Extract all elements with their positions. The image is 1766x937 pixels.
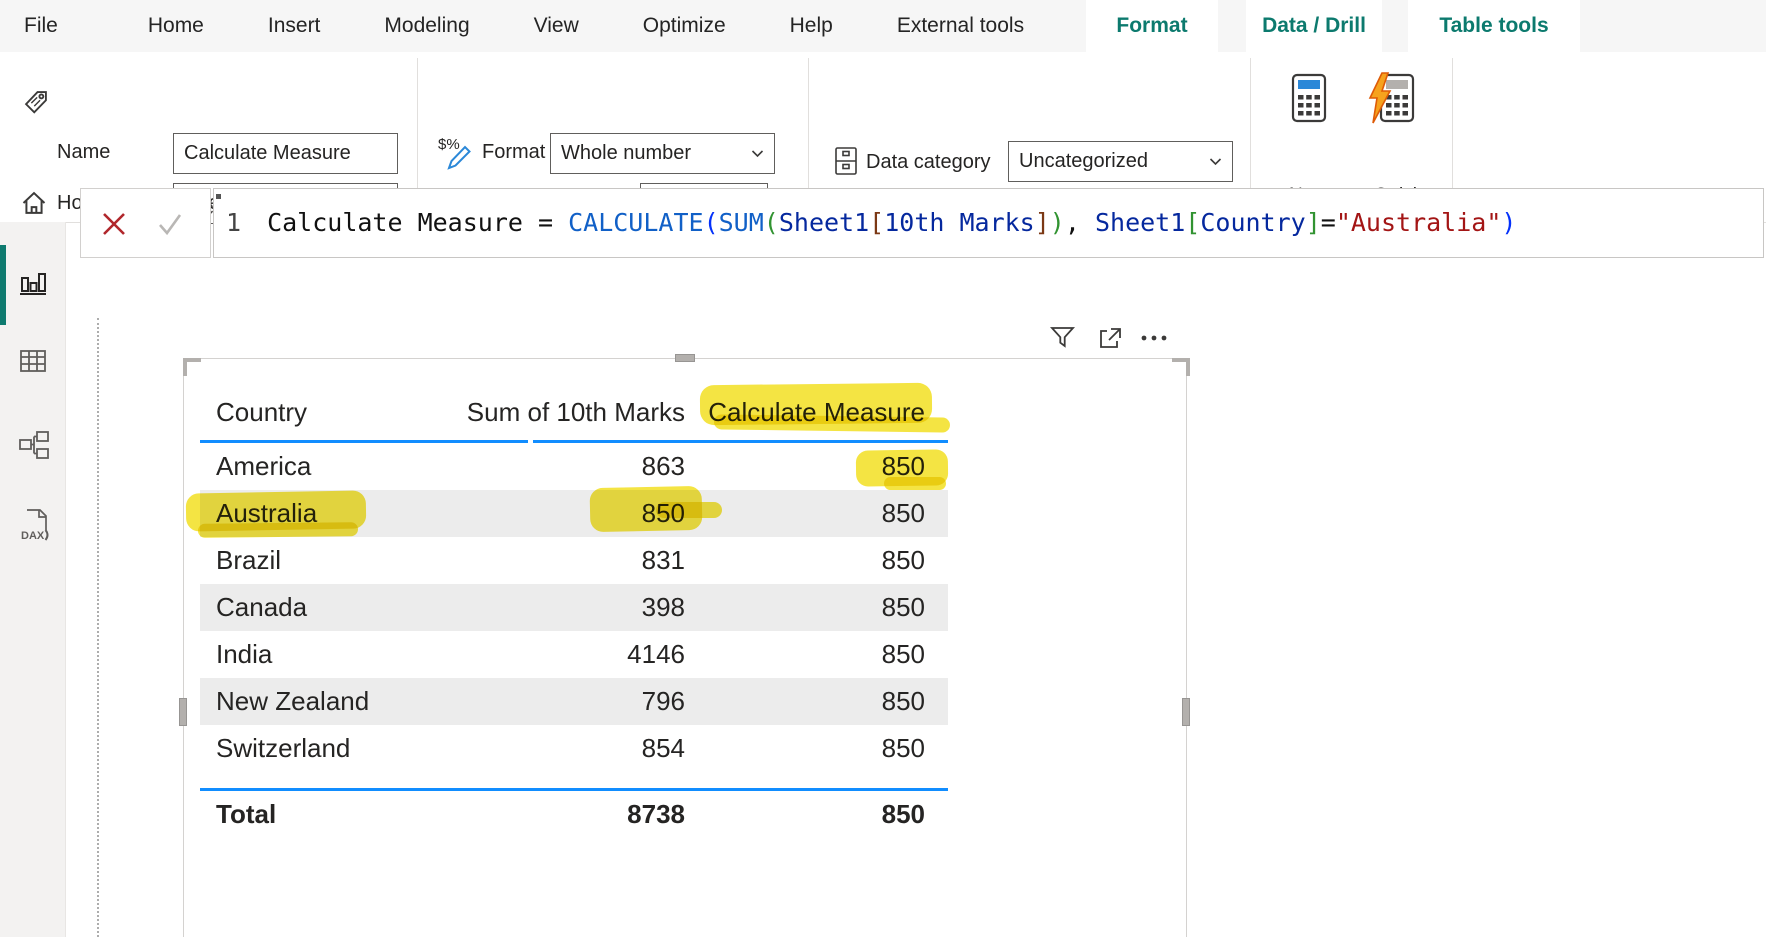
cell-calc: 850: [200, 631, 925, 678]
editor-grip: [216, 194, 221, 199]
report-view-icon[interactable]: [18, 269, 48, 299]
format-label: Format: [482, 141, 545, 164]
menu-modeling[interactable]: Modeling: [384, 14, 469, 38]
spacer: [200, 772, 948, 788]
cell-calc: 850: [200, 490, 925, 537]
more-options-icon[interactable]: [1140, 334, 1170, 342]
total-calc: 850: [200, 791, 925, 838]
svg-text:DAX: DAX: [21, 530, 45, 542]
formula-code: Calculate Measure = CALCULATE(SUM(Sheet1…: [267, 208, 1516, 237]
cell-calc: 850: [200, 443, 925, 490]
table-visual[interactable]: Country Sum of 10th Marks Calculate Meas…: [200, 377, 948, 838]
menu-optimize[interactable]: Optimize: [643, 14, 726, 38]
cell-calc: 850: [200, 725, 925, 772]
powerbi-desktop-window: File Home Insert Modeling View Optimize …: [0, 0, 1766, 937]
data-category-icon: [833, 146, 859, 176]
table-total-row: Total 8738 850: [200, 791, 948, 838]
table-row[interactable]: Australia 850 850: [200, 490, 948, 537]
tag-icon: [22, 88, 50, 116]
visual-frame-left: [183, 358, 184, 937]
measure-name-value: Calculate Measure: [184, 142, 351, 165]
chevron-down-icon: [1209, 157, 1222, 166]
view-switcher-sidebar: DAX: [0, 222, 66, 937]
tab-table-tools[interactable]: Table tools: [1408, 0, 1580, 52]
menu-external-tools[interactable]: External tools: [897, 14, 1024, 38]
page-boundary: [97, 318, 99, 937]
table-row[interactable]: Brazil 831 850: [200, 537, 948, 584]
active-view-indicator: [0, 245, 6, 325]
formula-action-buttons: [80, 188, 211, 258]
table-row[interactable]: India 4146 850: [200, 631, 948, 678]
menu-file[interactable]: File: [24, 14, 58, 38]
table-header-row: Country Sum of 10th Marks Calculate Meas…: [200, 377, 948, 440]
visual-frame-right: [1186, 358, 1187, 937]
menu-home[interactable]: Home: [148, 14, 204, 38]
dax-query-view-icon[interactable]: DAX: [18, 508, 48, 538]
menu-view[interactable]: View: [534, 14, 579, 38]
format-icon: $%: [437, 134, 473, 172]
menu-bar: File Home Insert Modeling View Optimize …: [0, 0, 1766, 52]
dax-formula-editor[interactable]: 1 Calculate Measure = CALCULATE(SUM(Sheet…: [213, 188, 1764, 258]
commit-formula-icon[interactable]: [157, 211, 183, 237]
resize-handle-top[interactable]: [675, 354, 695, 362]
menu-insert[interactable]: Insert: [268, 14, 321, 38]
format-dropdown[interactable]: Whole number: [550, 133, 775, 174]
table-row[interactable]: America 863 850: [200, 443, 948, 490]
resize-handle-left[interactable]: [179, 698, 187, 726]
data-category-dropdown[interactable]: Uncategorized: [1008, 141, 1233, 182]
resize-handle-top-right[interactable]: [1172, 358, 1190, 376]
cell-calc: 850: [200, 678, 925, 725]
cell-calc: 850: [200, 537, 925, 584]
table-row[interactable]: Switzerland 854 850: [200, 725, 948, 772]
svg-text:$%: $%: [438, 136, 460, 153]
focus-mode-icon[interactable]: [1098, 326, 1123, 350]
data-view-icon[interactable]: [18, 346, 48, 376]
model-view-icon[interactable]: [18, 430, 48, 460]
name-label: Name: [57, 141, 110, 164]
resize-handle-right[interactable]: [1182, 698, 1190, 726]
tab-data-drill[interactable]: Data / Drill: [1246, 0, 1382, 52]
line-number: 1: [226, 208, 241, 237]
tab-format[interactable]: Format: [1086, 0, 1218, 52]
quick-measure-icon[interactable]: [1366, 72, 1418, 124]
resize-handle-top-left[interactable]: [183, 358, 201, 376]
home-icon: [20, 189, 48, 217]
table-row[interactable]: New Zealand 796 850: [200, 678, 948, 725]
cancel-formula-icon[interactable]: [101, 211, 127, 237]
format-value: Whole number: [561, 142, 691, 165]
measure-name-input[interactable]: Calculate Measure: [173, 133, 398, 174]
chevron-down-icon: [751, 149, 764, 158]
table-row[interactable]: Canada 398 850: [200, 584, 948, 631]
cell-calc: 850: [200, 584, 925, 631]
data-category-label: Data category: [866, 151, 991, 174]
data-category-value: Uncategorized: [1019, 150, 1148, 173]
filter-icon[interactable]: [1050, 326, 1075, 350]
menu-help[interactable]: Help: [790, 14, 833, 38]
column-header-calc[interactable]: Calculate Measure: [200, 377, 925, 447]
new-measure-icon[interactable]: [1288, 72, 1330, 124]
